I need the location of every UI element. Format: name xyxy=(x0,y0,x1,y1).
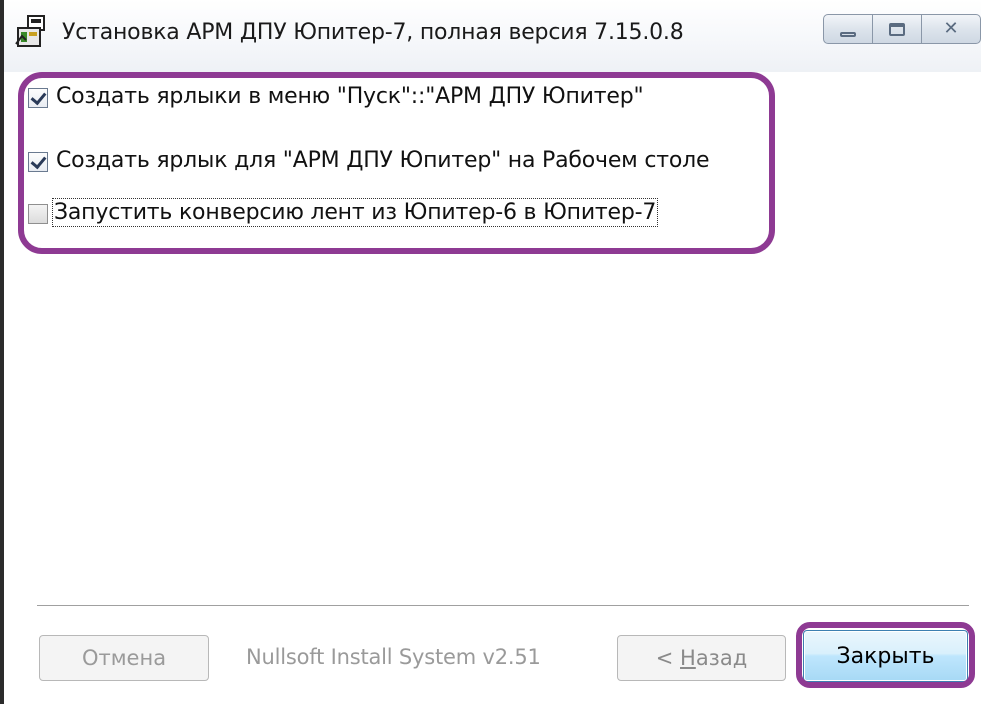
maximize-button[interactable] xyxy=(872,14,922,44)
title-bar[interactable]: Установка АРМ ДПУ Юпитер-7, полная верси… xyxy=(4,0,981,72)
close-window-button[interactable]: ✕ xyxy=(921,14,981,44)
option-label: Создать ярлыки в меню "Пуск"::"АРМ ДПУ Ю… xyxy=(56,84,644,109)
back-accelerator: Н xyxy=(680,646,696,670)
checkbox-start-menu[interactable] xyxy=(28,88,48,108)
checkbox-conversion[interactable] xyxy=(28,204,48,224)
close-icon: ✕ xyxy=(943,18,959,39)
installer-window: Установка АРМ ДПУ Юпитер-7, полная верси… xyxy=(0,0,981,704)
minimize-icon xyxy=(840,31,856,37)
window-left-border xyxy=(0,0,4,704)
footer-separator xyxy=(37,605,969,607)
close-button[interactable]: Закрыть xyxy=(803,630,968,682)
option-label: Создать ярлык для "АРМ ДПУ Юпитер" на Ра… xyxy=(56,148,710,173)
caption-buttons: ✕ xyxy=(823,14,981,46)
option-label: Запустить конверсию лент из Юпитер-6 в Ю… xyxy=(51,198,659,227)
minimize-button[interactable] xyxy=(823,14,873,44)
installer-branding: Nullsoft Install System v2.51 xyxy=(246,645,541,669)
cancel-button[interactable]: Отмена xyxy=(39,635,209,681)
window-title: Установка АРМ ДПУ Юпитер-7, полная верси… xyxy=(62,20,684,45)
back-prefix: < xyxy=(655,646,681,670)
installer-icon xyxy=(15,15,45,47)
back-button[interactable]: < Назад xyxy=(617,635,786,681)
checkbox-desktop[interactable] xyxy=(28,152,48,172)
maximize-icon xyxy=(889,22,905,36)
back-label-rest: азад xyxy=(695,646,748,670)
